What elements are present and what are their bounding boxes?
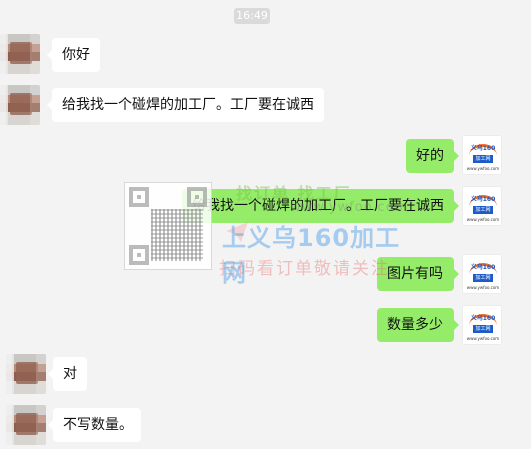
logo-title: 义乌160 bbox=[470, 145, 496, 152]
message-bubble-incoming[interactable]: 你好 bbox=[47, 38, 100, 72]
logo-url: www.ywfoo.com bbox=[466, 217, 500, 222]
logo-icon: 义乌160 加工网 www.ywfoo.com bbox=[463, 187, 501, 225]
logo-icon: 义乌160 加工网 www.ywfoo.com bbox=[463, 255, 501, 293]
message-text: 给我找一个碰焊的加工厂。工厂要在诚西 bbox=[192, 198, 444, 214]
message-text: 不写数量。 bbox=[63, 417, 133, 433]
paper-plane-icon bbox=[226, 222, 248, 242]
qr-finder-icon bbox=[129, 245, 149, 265]
logo-badge: 加工网 bbox=[473, 274, 493, 282]
message-text: 对 bbox=[63, 366, 77, 382]
message-bubble-outgoing[interactable]: 好的 bbox=[406, 139, 459, 173]
avatar[interactable] bbox=[0, 85, 40, 125]
avatar[interactable] bbox=[0, 34, 40, 74]
logo-badge: 加工网 bbox=[473, 155, 493, 163]
logo-title: 义乌160 bbox=[470, 196, 496, 203]
message-bubble-incoming[interactable]: 不写数量。 bbox=[48, 408, 141, 442]
logo-url: www.ywfoo.com bbox=[466, 285, 500, 290]
message-bubble-incoming[interactable]: 对 bbox=[48, 357, 87, 391]
logo-title: 义乌160 bbox=[470, 315, 496, 322]
message-text: 图片有吗 bbox=[387, 266, 443, 282]
watermark-bottom-text: 扫码看订单敬请关注 bbox=[219, 259, 390, 279]
message-text: 你好 bbox=[62, 47, 90, 63]
avatar[interactable] bbox=[6, 354, 46, 394]
message-bubble-outgoing[interactable]: 数量多少 bbox=[377, 308, 459, 342]
logo-avatar[interactable]: 义乌160 加工网 www.ywfoo.com bbox=[462, 305, 502, 345]
message-bubble-outgoing[interactable]: 给我找一个碰焊的加工厂。工厂要在诚西 bbox=[182, 189, 459, 223]
message-text: 数量多少 bbox=[387, 317, 443, 333]
message-text: 给我找一个碰焊的加工厂。工厂要在诚西 bbox=[62, 97, 314, 113]
logo-title: 义乌160 bbox=[470, 264, 496, 271]
message-time: 16:49 bbox=[234, 8, 270, 24]
logo-avatar[interactable]: 义乌160 加工网 www.ywfoo.com bbox=[462, 254, 502, 294]
qr-finder-icon bbox=[129, 187, 149, 207]
logo-icon: 义乌160 加工网 www.ywfoo.com bbox=[463, 306, 501, 344]
logo-badge: 加工网 bbox=[473, 206, 493, 214]
logo-badge: 加工网 bbox=[473, 325, 493, 333]
logo-url: www.ywfoo.com bbox=[466, 336, 500, 341]
logo-avatar[interactable]: 义乌160 加工网 www.ywfoo.com bbox=[462, 135, 502, 175]
logo-url: www.ywfoo.com bbox=[466, 166, 500, 171]
message-bubble-incoming[interactable]: 给我找一个碰焊的加工厂。工厂要在诚西 bbox=[47, 88, 324, 122]
chat-window: 16:49 你好 给我找一个碰焊的加工厂。工厂要在诚西 义乌160 加工网 ww… bbox=[0, 0, 531, 449]
avatar[interactable] bbox=[6, 405, 46, 445]
message-text: 好的 bbox=[416, 148, 444, 164]
message-bubble-outgoing[interactable]: 图片有吗 bbox=[377, 257, 459, 291]
logo-icon: 义乌160 加工网 www.ywfoo.com bbox=[463, 136, 501, 174]
logo-avatar[interactable]: 义乌160 加工网 www.ywfoo.com bbox=[462, 186, 502, 226]
